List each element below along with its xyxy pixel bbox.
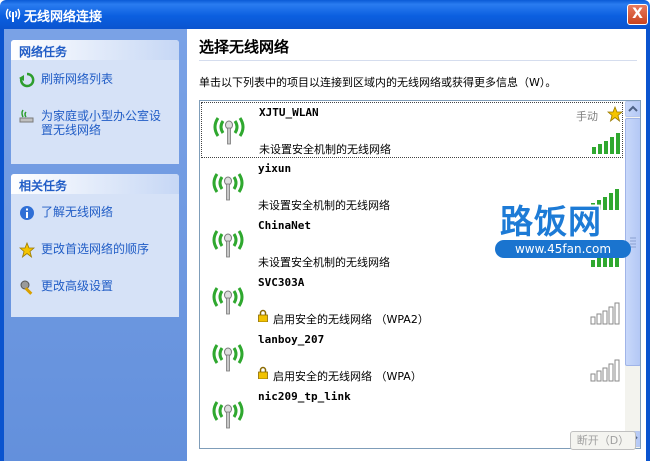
network-name: nic209_tp_link — [258, 390, 351, 403]
watermark-url: www.45fan.com — [495, 240, 631, 258]
refresh-network-list-link[interactable]: 刷新网络列表 — [19, 72, 179, 88]
network-status: 未设置安全机制的无线网络 — [259, 143, 391, 156]
wireless-antenna-icon — [212, 230, 244, 258]
wireless-antenna-icon — [212, 344, 244, 372]
network-list[interactable]: XJTU_WLAN 手动 未设置安全机制的无线网络 yixun 未设置安全机制的… — [199, 100, 641, 449]
manual-label: 手动 — [576, 110, 598, 123]
setup-home-network-label-line2: 置无线网络 — [41, 123, 102, 137]
change-preferred-order-link[interactable]: 更改首选网络的顺序 — [19, 242, 179, 258]
setup-home-network-link[interactable]: 为家庭或小型办公室设 置无线网络 — [19, 109, 179, 139]
wireless-antenna-icon — [212, 287, 244, 315]
network-setup-icon — [19, 109, 34, 123]
network-item-lanboy-207[interactable]: lanboy_207 启用安全的无线网络 （WPA） — [201, 330, 623, 386]
wireless-antenna-icon — [212, 401, 244, 429]
title-bar[interactable]: 无线网络连接 X — [0, 0, 650, 29]
change-advanced-settings-link[interactable]: 更改高级设置 — [19, 279, 179, 295]
scroll-up-button[interactable] — [625, 101, 640, 117]
network-tasks-header: 网络任务 — [11, 40, 179, 60]
wireless-antenna-icon — [213, 117, 245, 145]
network-item-xjtu-wlan[interactable]: XJTU_WLAN 手动 未设置安全机制的无线网络 — [201, 102, 623, 158]
preferred-star-icon — [607, 106, 623, 122]
signal-strength-icon — [592, 133, 620, 154]
network-name: SVC303A — [258, 276, 305, 289]
settings-icon — [20, 280, 33, 295]
network-name: ChinaNet — [258, 219, 311, 232]
page-title: 选择无线网络 — [199, 38, 290, 56]
signal-strength-icon — [590, 302, 620, 325]
wireless-antenna-icon — [212, 173, 244, 201]
related-tasks-header: 相关任务 — [11, 174, 179, 194]
disconnect-button[interactable]: 断开（D） — [570, 431, 636, 450]
close-button[interactable]: X — [627, 4, 648, 25]
refresh-icon — [19, 72, 35, 88]
vertical-scrollbar[interactable] — [625, 101, 640, 448]
learn-wireless-link[interactable]: 了解无线网络 — [19, 205, 179, 221]
related-tasks-panel: 相关任务 了解无线网络 更改首选网络的顺序 更改高级设置 — [11, 174, 179, 317]
network-name: lanboy_207 — [258, 333, 325, 346]
lock-icon — [258, 309, 268, 322]
info-icon — [20, 206, 34, 220]
chevron-up-icon — [628, 105, 638, 112]
window-frame-right — [646, 29, 650, 461]
window-title: 无线网络连接 — [24, 10, 103, 25]
refresh-network-list-label: 刷新网络列表 — [41, 72, 114, 86]
network-name: yixun — [258, 162, 292, 175]
network-item-nic209-tp-link[interactable]: nic209_tp_link — [201, 387, 623, 443]
title-divider — [199, 60, 637, 61]
watermark-logo: 路饭网 www.45fan.com — [490, 195, 640, 265]
network-list-items: XJTU_WLAN 手动 未设置安全机制的无线网络 yixun 未设置安全机制的… — [200, 101, 624, 448]
network-status: 未设置安全机制的无线网络 — [258, 256, 390, 269]
learn-wireless-label: 了解无线网络 — [41, 205, 114, 219]
close-icon: X — [632, 6, 643, 22]
star-icon — [19, 242, 35, 258]
lock-icon — [258, 366, 268, 379]
setup-home-network-label-line1: 为家庭或小型办公室设 — [41, 109, 162, 123]
change-advanced-settings-label: 更改高级设置 — [41, 279, 114, 293]
network-status: 启用安全的无线网络 （WPA） — [273, 370, 422, 383]
network-item-svc303a[interactable]: SVC303A 启用安全的无线网络 （WPA2） — [201, 273, 623, 329]
network-status: 启用安全的无线网络 （WPA2） — [273, 313, 429, 326]
network-tasks-panel: 网络任务 刷新网络列表 为家庭或小型办公室设 置无线网络 — [11, 40, 179, 164]
change-preferred-order-label: 更改首选网络的顺序 — [41, 242, 150, 256]
network-status: 未设置安全机制的无线网络 — [258, 199, 390, 212]
instruction-text: 单击以下列表中的项目以连接到区域内的无线网络或获得更多信息（W）。 — [199, 76, 557, 89]
network-name: XJTU_WLAN — [259, 106, 319, 119]
sidebar: 网络任务 刷新网络列表 为家庭或小型办公室设 置无线网络 相关任务 了解无线网络… — [4, 29, 187, 461]
signal-strength-icon — [590, 359, 620, 382]
watermark-brand: 路饭网 — [500, 202, 602, 241]
wireless-network-icon — [5, 8, 21, 22]
